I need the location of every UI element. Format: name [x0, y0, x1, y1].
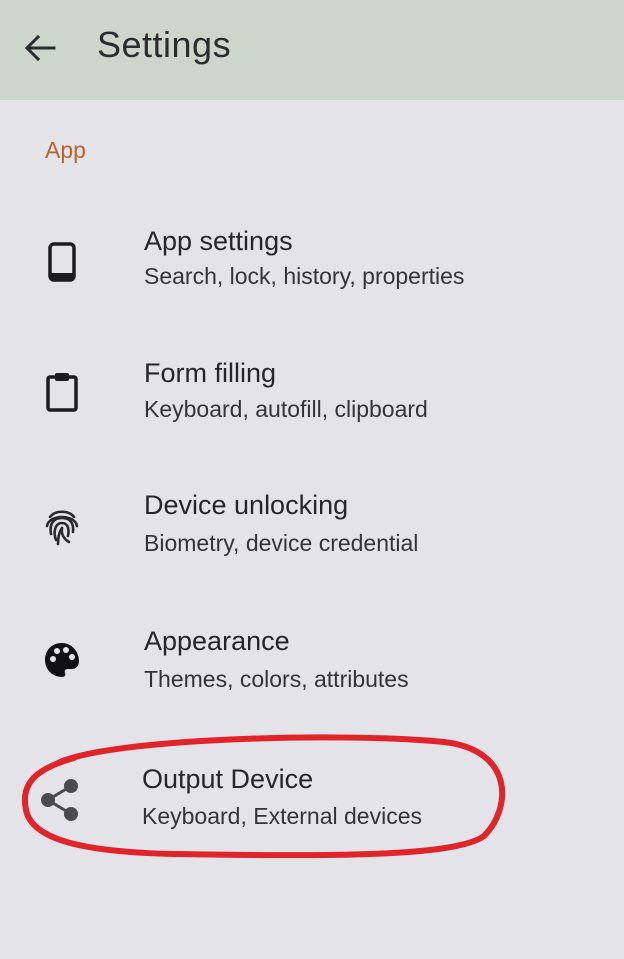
page-title: Settings [97, 24, 232, 65]
item-subtitle: Biometry, device credential [144, 530, 419, 556]
item-subtitle: Keyboard, External devices [142, 803, 422, 829]
item-subtitle: Themes, colors, attributes [144, 666, 409, 692]
item-subtitle: Keyboard, autofill, clipboard [144, 396, 428, 422]
item-title: Device unlocking [144, 490, 349, 520]
item-title: Form filling [144, 358, 277, 388]
share-icon [34, 774, 86, 826]
clipboard-icon [36, 366, 88, 418]
settings-item-output-device[interactable]: Output Device Keyboard, External devices [0, 752, 624, 862]
section-header-app: App [45, 137, 86, 163]
fingerprint-icon [36, 500, 88, 552]
item-title: Appearance [144, 626, 290, 656]
item-subtitle: Search, lock, history, properties [144, 263, 465, 289]
phone-icon [36, 236, 88, 288]
settings-item-appearance[interactable]: Appearance Themes, colors, attributes [0, 616, 624, 726]
settings-item-form-filling[interactable]: Form filling Keyboard, autofill, clipboa… [0, 346, 624, 456]
item-title: App settings [144, 226, 293, 256]
item-title: Output Device [142, 764, 314, 794]
app-bar: Settings [0, 0, 624, 100]
settings-item-device-unlocking[interactable]: Device unlocking Biometry, device creden… [0, 480, 624, 590]
arrow-left-icon [24, 34, 56, 62]
back-button[interactable] [18, 26, 62, 70]
palette-icon [36, 634, 88, 686]
settings-item-app-settings[interactable]: App settings Search, lock, history, prop… [0, 212, 624, 322]
